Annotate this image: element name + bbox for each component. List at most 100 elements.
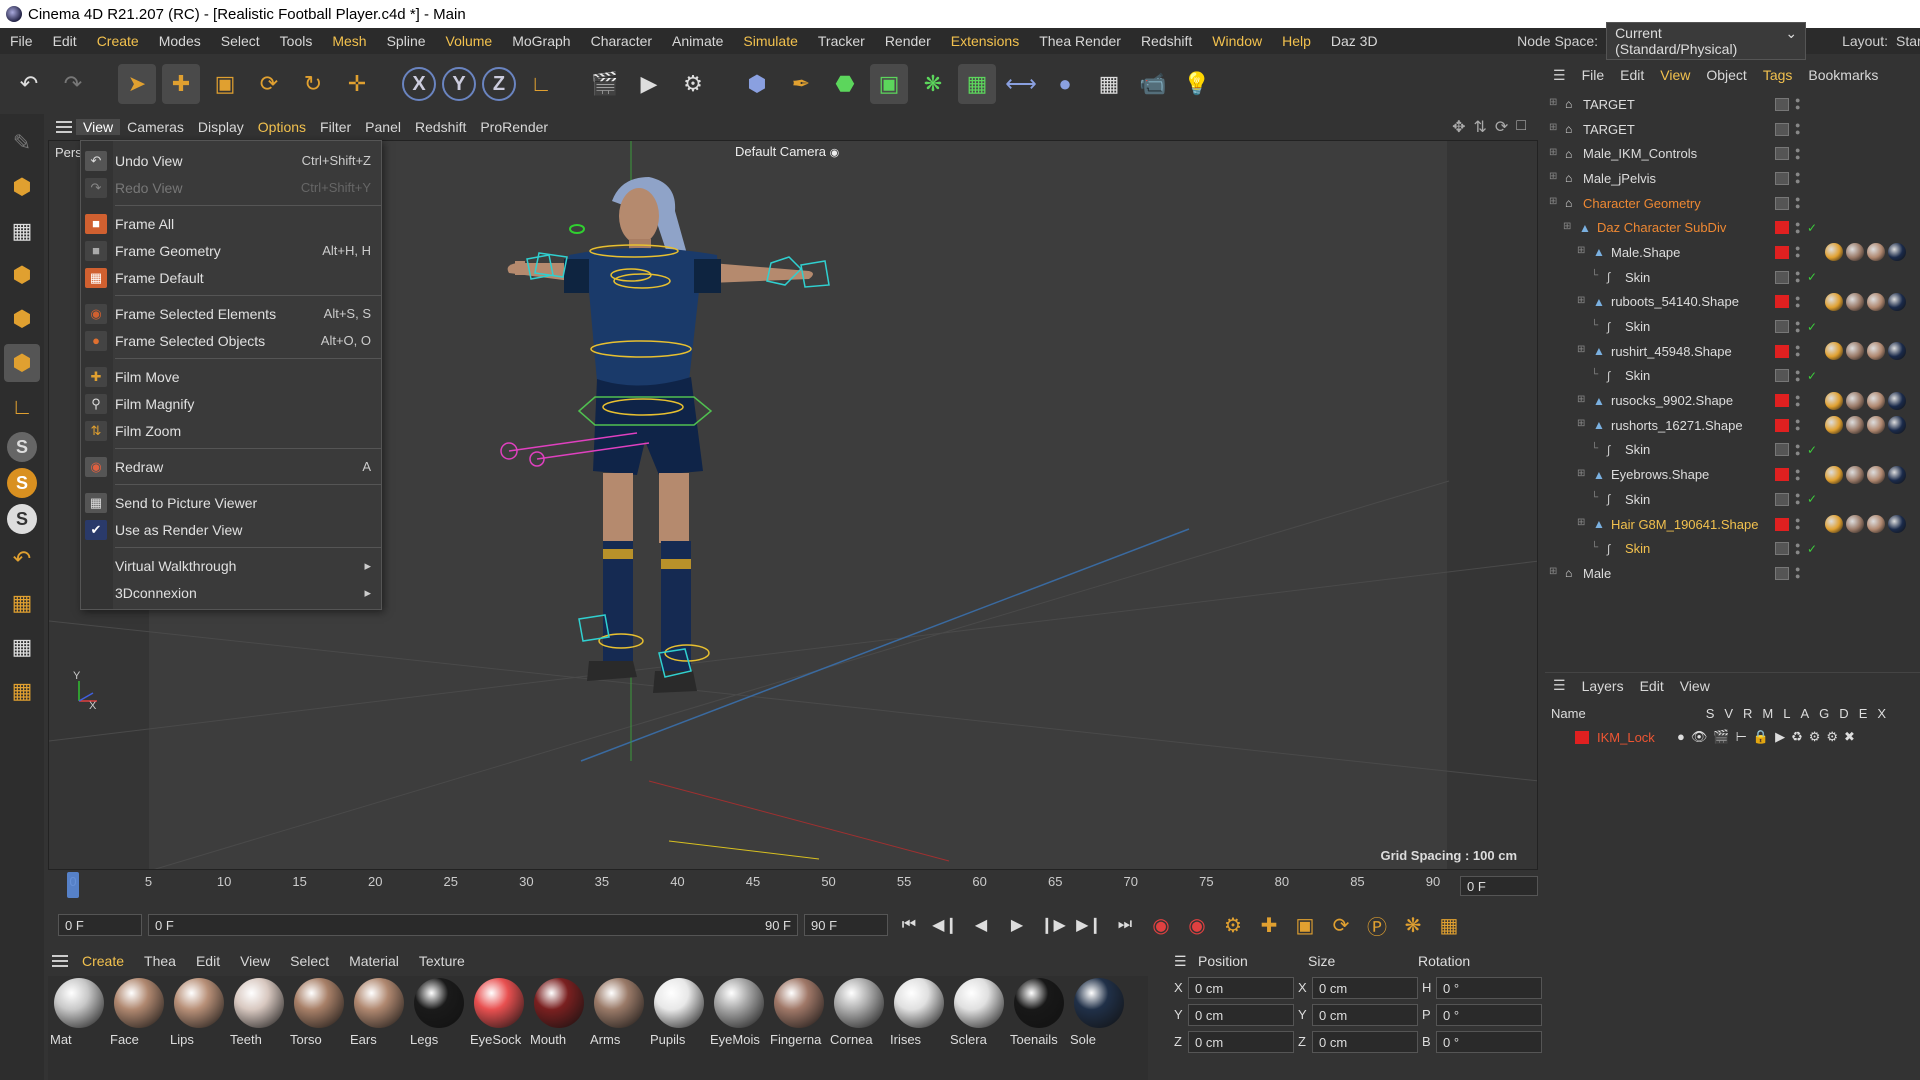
object-row[interactable]: ⊞ ▲ rushorts_16271.Shape ● ● [1545, 413, 1920, 438]
layer-flag[interactable] [1775, 196, 1789, 210]
hamburger-icon[interactable] [52, 117, 76, 137]
layer-flag[interactable] [1775, 369, 1789, 383]
object-row[interactable]: └ ∫ Skin ● ● ✓ [1545, 487, 1920, 512]
layer-flag[interactable] [1775, 122, 1789, 136]
visibility-dots-icon[interactable]: ● ● [1795, 466, 1801, 482]
object-name[interactable]: Skin [1625, 368, 1650, 383]
visibility-dots-icon[interactable]: ● ● [1795, 540, 1801, 556]
material-swatch-cornea[interactable]: Cornea [830, 976, 886, 1054]
enabled-check-icon[interactable]: ✓ [1807, 221, 1817, 235]
view-menu-item-frame-all[interactable]: ■ Frame All [81, 210, 381, 237]
object-row[interactable]: ⊞ ⌂ Male_jPelvis ● ● [1545, 166, 1920, 191]
playhead[interactable] [67, 872, 79, 898]
enabled-check-icon[interactable]: ✓ [1807, 320, 1817, 334]
menu-help[interactable]: Help [1272, 33, 1321, 49]
visibility-dots-icon[interactable]: ● ● [1795, 293, 1801, 309]
material-tag-icon[interactable] [1846, 391, 1864, 410]
floor-icon[interactable]: ▦ [1090, 64, 1128, 104]
object-name[interactable]: Skin [1625, 270, 1650, 285]
layer-column-l[interactable]: L [1783, 706, 1790, 721]
locked-workplane-icon[interactable]: ▦ [4, 672, 40, 710]
visibility-dots-icon[interactable]: ● ● [1795, 441, 1801, 457]
layer-flag[interactable] [1775, 443, 1789, 457]
expand-toggle-icon[interactable]: ⊞ [1549, 171, 1563, 185]
viewport-menu-prorender[interactable]: ProRender [473, 119, 555, 135]
menu-render[interactable]: Render [875, 33, 941, 49]
view-menu-item-film-move[interactable]: ✚ Film Move [81, 363, 381, 390]
layer-name[interactable]: IKM_Lock [1597, 730, 1677, 745]
frame-range-slider[interactable]: 0 F 90 F [148, 914, 798, 936]
view-menu-item-redo-view[interactable]: ↷ Redo View Ctrl+Shift+Y [81, 174, 381, 201]
menu-redshift[interactable]: Redshift [1131, 33, 1202, 49]
material-tag-icon[interactable] [1846, 243, 1864, 262]
snap-icon[interactable]: S [7, 432, 37, 462]
enabled-check-icon[interactable]: ✓ [1807, 542, 1817, 556]
model-mode-icon[interactable]: ⬢ [4, 168, 40, 206]
next-frame-icon[interactable]: ❙▶ [1038, 910, 1068, 940]
object-row[interactable]: └ ∫ Skin ● ● ✓ [1545, 265, 1920, 290]
material-tag-icon[interactable] [1888, 391, 1906, 410]
x-axis-lock-button[interactable]: X [402, 67, 436, 101]
render-settings-icon[interactable]: ⚙ [674, 64, 712, 104]
material-tag-icon[interactable] [1846, 515, 1864, 534]
deformers-icon[interactable]: ⚙ [1809, 729, 1821, 745]
expand-toggle-icon[interactable]: ⊞ [1577, 394, 1591, 408]
visibility-dots-icon[interactable]: ● ● [1795, 367, 1801, 383]
layer-column-a[interactable]: A [1801, 706, 1810, 721]
view-menu-item-film-magnify[interactable]: ⚲ Film Magnify [81, 390, 381, 417]
axis-mode-icon[interactable]: ∟ [4, 388, 40, 426]
viewport-menu-view[interactable]: View [76, 119, 121, 135]
material-tag-icon[interactable] [1867, 342, 1885, 361]
view-menu-item-3dconnexion[interactable]: 3Dconnexion ▸ [81, 579, 381, 606]
viewport-menu-cameras[interactable]: Cameras [120, 119, 191, 135]
object-name[interactable]: rushorts_16271.Shape [1611, 418, 1743, 433]
object-row[interactable]: ⊞ ▲ Daz Character SubDiv ● ● ✓ [1545, 215, 1920, 240]
menu-volume[interactable]: Volume [436, 33, 503, 49]
render-icon[interactable]: 🎬 [1713, 729, 1729, 745]
hamburger-icon[interactable]: ☰ [1168, 953, 1198, 970]
view-menu-item-use-as-render-view[interactable]: ✔ Use as Render View [81, 516, 381, 543]
field-icon[interactable]: ● [1046, 64, 1084, 104]
go-to-end-icon[interactable]: ⏭ [1110, 910, 1140, 940]
material-tag-icon[interactable] [1888, 416, 1906, 435]
material-tag-icon[interactable] [1825, 292, 1843, 311]
spline-pen-icon[interactable]: ✒ [782, 64, 820, 104]
material-swatch-ears[interactable]: Ears [350, 976, 406, 1054]
layer-flag[interactable] [1775, 492, 1789, 506]
viewport-menu-filter[interactable]: Filter [313, 119, 358, 135]
hamburger-icon[interactable] [48, 955, 72, 967]
current-frame-field[interactable]: 0 F [1460, 876, 1538, 896]
timeline-ruler[interactable]: 051015202530354045505560657075808590 0 F [48, 872, 1538, 900]
menu-mograph[interactable]: MoGraph [502, 33, 580, 49]
viewport-menu-display[interactable]: Display [191, 119, 251, 135]
object-row[interactable]: ⊞ ▲ rushirt_45948.Shape ● ● [1545, 339, 1920, 364]
layer-row[interactable]: IKM_Lock ● 👁 🎬 ⊢ 🔒 ▶ ♻ ⚙ ⚙ ✖ [1545, 725, 1920, 749]
expand-toggle-icon[interactable]: ⊞ [1577, 245, 1591, 259]
cloner-icon[interactable]: ❋ [914, 64, 952, 104]
magnet-icon[interactable]: ↶ [4, 540, 40, 578]
object-row[interactable]: └ ∫ Skin ● ● ✓ [1545, 314, 1920, 339]
object-menu-bookmarks[interactable]: Bookmarks [1800, 67, 1886, 83]
subdivision-surface-icon[interactable]: ⬣ [826, 64, 864, 104]
menu-spline[interactable]: Spline [377, 33, 436, 49]
y-axis-lock-button[interactable]: Y [442, 67, 476, 101]
polygons-mode-icon[interactable]: ⬢ [4, 344, 40, 382]
view-menu-item-frame-default[interactable]: ▦ Frame Default [81, 264, 381, 291]
object-row[interactable]: └ ∫ Skin ● ● ✓ [1545, 536, 1920, 561]
object-row[interactable]: ⊞ ⌂ TARGET ● ● [1545, 92, 1920, 117]
prev-key-icon[interactable]: ◀❙ [930, 910, 960, 940]
toggle-panel-icon[interactable]: □ [1516, 117, 1526, 137]
visible-eye-icon[interactable]: 👁 [1691, 729, 1708, 745]
material-tag-icon[interactable] [1888, 342, 1906, 361]
object-row[interactable]: ⊞ ▲ rusocks_9902.Shape ● ● [1545, 388, 1920, 413]
material-tag-icon[interactable] [1825, 391, 1843, 410]
object-name[interactable]: Male_IKM_Controls [1583, 146, 1697, 161]
rotate-view-icon[interactable]: ⟳ [1495, 117, 1508, 137]
object-name[interactable]: Skin [1625, 541, 1650, 556]
layer-flag[interactable] [1775, 171, 1789, 185]
object-row[interactable]: ⊞ ⌂ Character Geometry ● ● [1545, 191, 1920, 216]
end-frame-field[interactable]: 90 F [804, 914, 888, 936]
view-menu-item-film-zoom[interactable]: ⇅ Film Zoom [81, 417, 381, 444]
position-field[interactable]: 0 cm [1188, 976, 1294, 999]
material-tag-icon[interactable] [1888, 243, 1906, 262]
